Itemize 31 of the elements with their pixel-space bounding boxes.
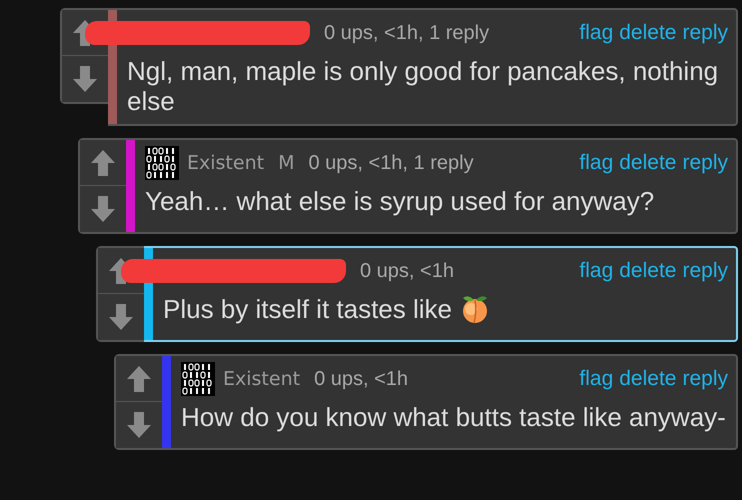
up-arrow-icon <box>90 148 116 176</box>
upvote-button[interactable] <box>80 140 126 186</box>
reply-link[interactable]: reply <box>682 367 728 391</box>
comment-text: Plus by itself it tastes like <box>163 294 452 324</box>
username[interactable]: Existent <box>223 368 300 390</box>
flag-link[interactable]: flag <box>579 367 614 391</box>
reply-link[interactable]: reply <box>682 259 728 283</box>
flag-link[interactable]: flag <box>579 259 614 283</box>
upvote-button[interactable] <box>116 356 162 402</box>
comment-text: How do you know what butts taste like anyway- <box>181 402 726 432</box>
up-arrow-icon <box>126 364 152 392</box>
reply-link[interactable]: reply <box>682 21 728 45</box>
delete-link[interactable]: delete <box>619 259 676 283</box>
delete-link[interactable]: delete <box>619 367 676 391</box>
delete-link[interactable]: delete <box>619 151 676 175</box>
flag-link[interactable]: flag <box>579 21 614 45</box>
comment-meta: 0 ups, <1h <box>360 260 454 282</box>
down-arrow-icon <box>108 303 134 331</box>
down-arrow-icon <box>72 65 98 93</box>
flag-link[interactable]: flag <box>579 151 614 175</box>
user-letter: M <box>278 152 294 174</box>
delete-link[interactable]: delete <box>619 21 676 45</box>
comment-meta: 0 ups, <1h, 1 reply <box>324 22 490 44</box>
comment-text: Ngl, man, maple is only good for pancakes, nothing else <box>127 56 720 116</box>
down-arrow-icon <box>126 411 152 439</box>
comment-meta: 0 ups, <1h, 1 reply <box>308 152 474 174</box>
comment-text: Yeah… what else is syrup used for anyway? <box>145 186 654 216</box>
comment-meta: 0 ups, <1h <box>314 368 408 390</box>
reply-link[interactable]: reply <box>682 151 728 175</box>
down-arrow-icon <box>90 195 116 223</box>
username[interactable]: Existent <box>187 152 264 174</box>
